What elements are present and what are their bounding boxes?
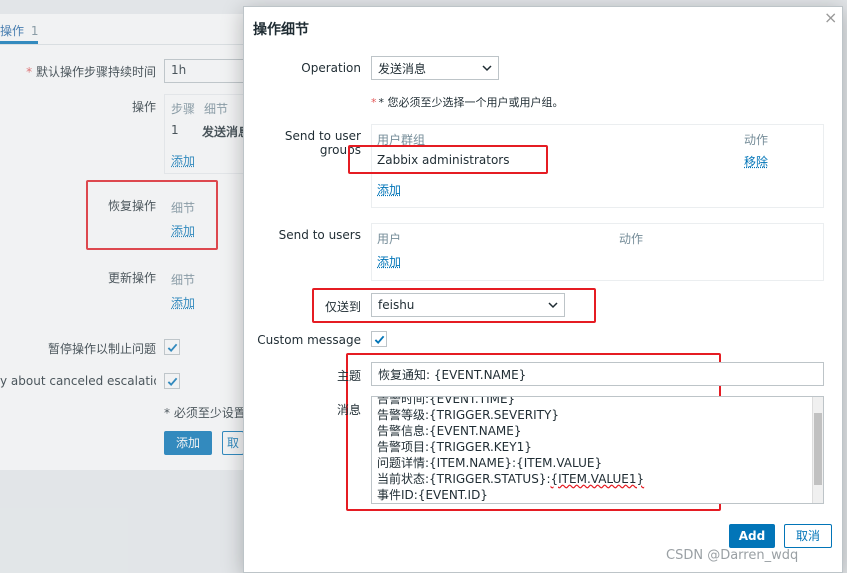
- users-add-link[interactable]: 添加: [377, 253, 401, 270]
- required-hint: * * 您必须至少选择一个用户或用户组。: [371, 96, 564, 109]
- users-table: [371, 223, 824, 281]
- dialog-title: 操作细节: [253, 22, 309, 38]
- message-scrollbar[interactable]: [812, 397, 823, 503]
- message-label: 消息: [336, 403, 361, 417]
- annotation-box-group: [348, 145, 548, 174]
- dialog-cancel-button[interactable]: 取消: [784, 524, 832, 548]
- user-groups-add-link[interactable]: 添加: [377, 181, 401, 198]
- chevron-down-icon: [548, 302, 558, 309]
- message-line: 事件ID:{EVENT.ID}: [377, 488, 488, 502]
- users-col-user: 用户: [377, 232, 402, 246]
- message-line: 告警等级:{TRIGGER.SEVERITY}: [377, 408, 559, 422]
- custom-message-checkbox[interactable]: [371, 331, 387, 347]
- subject-input[interactable]: 恢复通知: {EVENT.NAME}: [371, 362, 824, 386]
- message-line: 当前状态:{TRIGGER.STATUS}:{ITEM.VALUE1}: [377, 472, 645, 486]
- message-status-value: {ITEM.VALUE1}: [550, 472, 645, 486]
- media-type-select-value: feishu: [378, 298, 415, 312]
- message-textarea[interactable]: 告警时间:{EVENT.TIME} 告警等级:{TRIGGER.SEVERITY…: [371, 396, 824, 504]
- csdn-watermark: CSDN @Darren_wdq: [666, 548, 799, 563]
- send-to-groups-label: Send to user groups: [284, 129, 361, 157]
- operation-select[interactable]: 发送消息: [371, 56, 499, 80]
- subject-label: 主题: [336, 369, 361, 383]
- user-group-remove-link[interactable]: 移除: [744, 153, 768, 170]
- message-line: 问题详情:{ITEM.NAME}:{ITEM.VALUE}: [377, 456, 603, 470]
- only-send-to-label: 仅送到: [324, 300, 361, 314]
- message-line: 告警信息:{EVENT.NAME}: [377, 424, 522, 438]
- send-to-users-label: Send to users: [278, 228, 361, 242]
- custom-message-label: Custom message: [257, 333, 361, 347]
- checkmark-icon: [374, 335, 384, 344]
- operation-label: Operation: [301, 61, 361, 75]
- chevron-down-icon: [482, 65, 492, 72]
- scrollbar-thumb[interactable]: [814, 413, 822, 485]
- close-icon[interactable]: ×: [824, 8, 837, 27]
- message-line: 告警项目:{TRIGGER.KEY1}: [377, 440, 532, 454]
- users-col-action: 动作: [619, 232, 644, 246]
- message-line: 告警时间:{EVENT.TIME}: [377, 396, 516, 406]
- operation-select-value: 发送消息: [378, 61, 427, 76]
- dialog-add-button[interactable]: Add: [729, 524, 775, 548]
- user-groups-col-action: 动作: [744, 133, 769, 147]
- media-type-select[interactable]: feishu: [371, 293, 565, 317]
